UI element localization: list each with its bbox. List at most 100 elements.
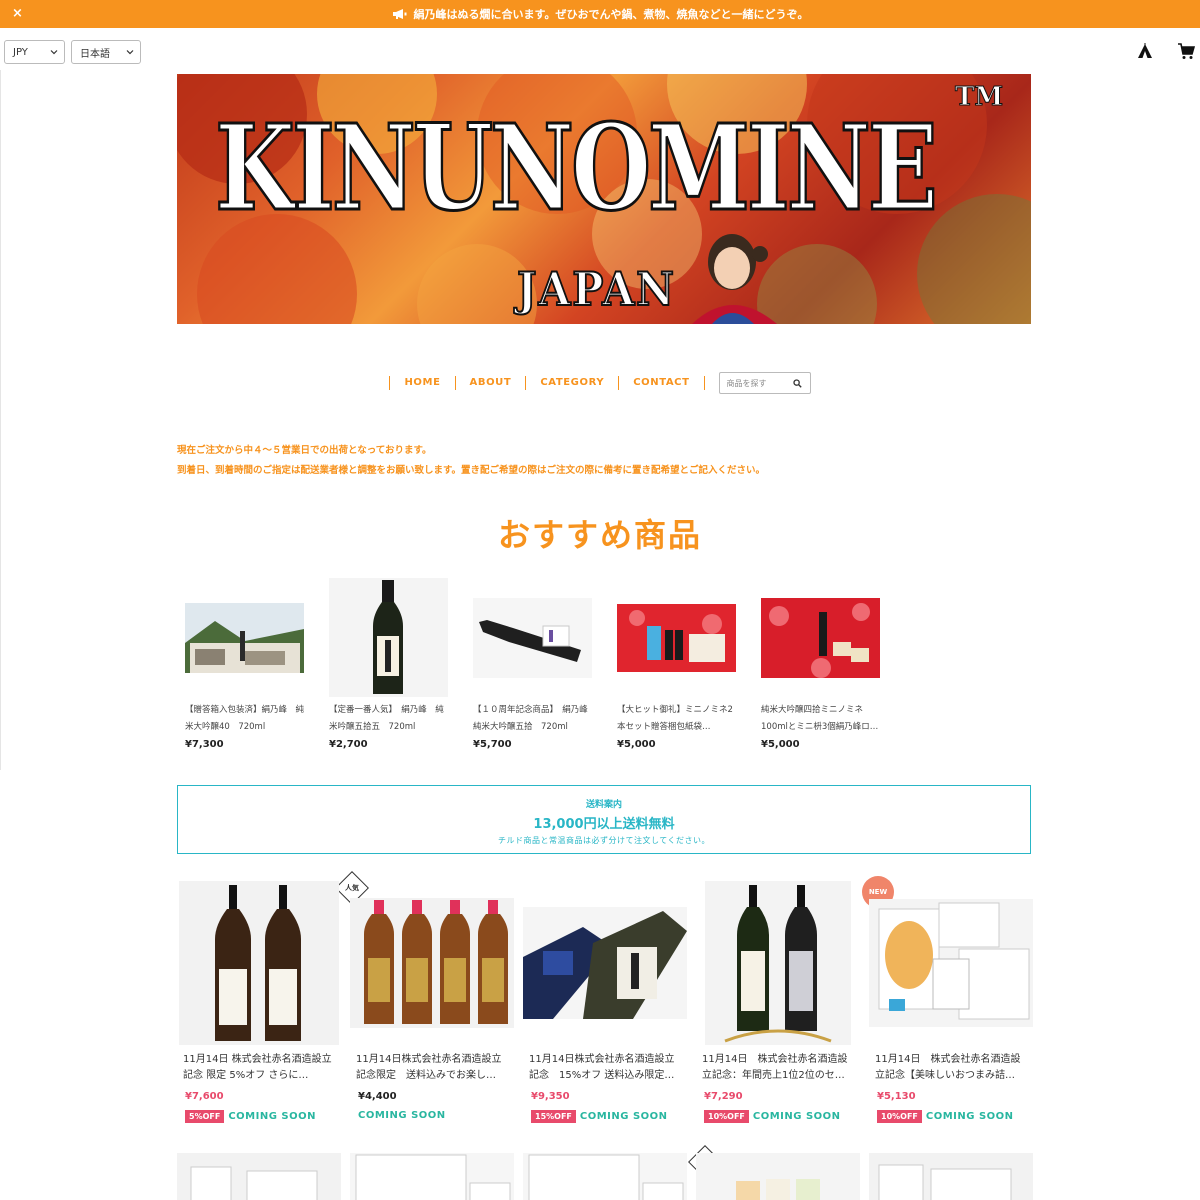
hero-banner: KINUNOMINE TM JAPAN [177, 74, 1031, 324]
shipping-info-box: 送料案内 13,000円以上送料無料 チルド商品と常温商品は必ず分けて注文してく… [177, 785, 1031, 854]
trademark-mark: TM [954, 82, 1004, 113]
product-name[interactable]: 11月14日株式会社赤名酒造設立記念限定 送料込みでお楽し… [350, 1052, 514, 1084]
product-price: ¥7,290 [704, 1091, 743, 1102]
product-name[interactable]: 11月14日 株式会社赤名酒造設立記念 限定 5%オフ さらに… [177, 1052, 341, 1084]
product-image[interactable] [523, 1153, 687, 1200]
cart-icon[interactable] [1177, 42, 1195, 60]
gift-set-photo [761, 597, 880, 678]
product-card[interactable]: 11月14日 株式会社赤名酒造設立記念：年間売上1位2位のセ… ¥7,290 1… [696, 878, 860, 1123]
product-photo [177, 1153, 341, 1200]
coming-soon-label: COMING SOON [752, 1111, 841, 1122]
store-tent-icon[interactable] [1137, 43, 1153, 59]
chevron-down-icon [126, 50, 134, 55]
product-tags: COMING SOON [350, 1110, 514, 1121]
coming-soon-label: COMING SOON [358, 1110, 446, 1121]
product-image[interactable] [473, 578, 592, 697]
product-image[interactable] [185, 578, 304, 697]
product-grid: 11月14日 株式会社赤名酒造設立記念 限定 5%オフ さらに… ¥7,600 … [177, 878, 1033, 1123]
search-input[interactable]: 商品を探す [718, 372, 811, 394]
product-grid-row-2 [177, 1153, 1033, 1200]
shipping-note: チルド商品と常温商品は必ず分けて注文してください。 [497, 836, 711, 845]
product-image[interactable] [350, 1153, 514, 1200]
product-card[interactable]: 11月14日 株式会社赤名酒造設立記念【美味しいおつまみ詰… ¥5,130 10… [869, 878, 1033, 1123]
product-name[interactable]: 純米大吟醸四拾ミニノミネ100mlとミニ枡3個絹乃峰ロ… [761, 702, 880, 736]
shipping-heading: 送料案内 [585, 800, 622, 810]
discount-badge: 15%OFF [531, 1110, 576, 1123]
product-name[interactable]: 【贈答箱入包装済】絹乃峰 純米大吟醸40 720ml [185, 702, 304, 736]
product-name[interactable]: 【１０周年記念商品】 絹乃峰純米大吟醸五拾 720ml [473, 702, 592, 736]
product-image[interactable] [329, 578, 448, 697]
announcement-text: 絹乃峰はぬる燗に合います。ぜひおでんや鍋、煮物、焼魚などと一緒にどうぞ。 [413, 8, 809, 21]
recommended-item[interactable]: 純米大吟醸四拾ミニノミネ100mlとミニ枡3個絹乃峰ロ… ¥5,000 [761, 578, 880, 750]
nav-home[interactable]: HOME [389, 376, 454, 390]
product-name[interactable]: 【定番一番人気】 絹乃峰 純米吟醸五拾五 720ml [329, 702, 448, 736]
recommended-item[interactable]: 【贈答箱入包装済】絹乃峰 純米大吟醸40 720ml ¥7,300 [185, 578, 304, 750]
gift-set-photo [617, 603, 736, 672]
language-select[interactable]: 日本語 [71, 40, 141, 64]
recommended-item[interactable]: 【１０周年記念商品】 絹乃峰純米大吟醸五拾 720ml ¥5,700 [473, 578, 592, 750]
language-value: 日本語 [80, 48, 110, 60]
product-image[interactable] [869, 878, 1033, 1048]
product-image[interactable] [696, 878, 860, 1048]
recommended-list: 【贈答箱入包装済】絹乃峰 純米大吟醸40 720ml ¥7,300 【定番一番人… [185, 578, 880, 750]
coming-soon-label: COMING SOON [579, 1111, 668, 1122]
discount-badge: 5%OFF [185, 1110, 225, 1123]
search-icon[interactable] [792, 378, 802, 388]
chevron-down-icon [50, 50, 58, 55]
nav-contact[interactable]: CONTACT [618, 376, 705, 390]
notice-line-2: 到着日、到着時間のご指定は配送業者様と調整をお願い致します。置き配ご希望の際はご… [177, 465, 766, 476]
product-price: ¥7,300 [185, 739, 224, 750]
product-price: ¥9,350 [531, 1091, 570, 1102]
sake-bottle-photo [329, 578, 448, 697]
recommended-title: おすすめ商品 [497, 516, 702, 554]
megaphone-icon [392, 9, 407, 19]
product-name[interactable]: 【大ヒット御礼】ミニノミネ2本セット贈答梱包紙袋… [617, 702, 736, 736]
close-announcement-button[interactable]: × [12, 6, 23, 21]
recommended-item[interactable]: 【大ヒット御礼】ミニノミネ2本セット贈答梱包紙袋… ¥5,000 [617, 578, 736, 750]
page-edge-line [0, 70, 1, 770]
product-card[interactable]: 11月14日 株式会社赤名酒造設立記念 限定 5%オフ さらに… ¥7,600 … [177, 878, 341, 1123]
product-image[interactable] [177, 1153, 341, 1200]
locale-selectors: JPY 日本語 [4, 40, 141, 64]
product-name[interactable]: 11月14日株式会社赤名酒造設立記念 15%オフ 送料込み限定… [523, 1052, 687, 1084]
brand-logo-text: KINUNOMINE [214, 98, 939, 237]
product-image[interactable] [617, 578, 736, 697]
sake-bottles-photo [179, 881, 339, 1045]
sake-bottles-photo [705, 881, 851, 1045]
product-price: ¥5,130 [877, 1091, 916, 1102]
coming-soon-label: COMING SOON [925, 1111, 1014, 1122]
product-image[interactable] [350, 878, 514, 1048]
product-name[interactable]: 11月14日 株式会社赤名酒造設立記念【美味しいおつまみ詰… [869, 1052, 1033, 1084]
girl-photo [692, 234, 777, 324]
product-price: ¥7,600 [185, 1091, 224, 1102]
nav-about[interactable]: ABOUT [454, 376, 526, 390]
coming-soon-label: COMING SOON [228, 1111, 316, 1122]
discount-badge: 10%OFF [877, 1110, 922, 1123]
product-tags: 5%OFF COMING SOON [177, 1110, 341, 1123]
currency-value: JPY [13, 46, 28, 58]
shipping-free-threshold: 13,000円以上送料無料 [533, 817, 675, 832]
announcement-bar: × 絹乃峰はぬる燗に合います。ぜひおでんや鍋、煮物、焼魚などと一緒にどうぞ。 [0, 0, 1200, 28]
currency-select[interactable]: JPY [4, 40, 65, 64]
product-photo [869, 1153, 1033, 1200]
shipping-notice: 現在ご注文から中４～５営業日での出荷となっております。 到着日、到着時間のご指定… [177, 441, 765, 481]
product-image[interactable] [523, 878, 687, 1048]
product-image[interactable] [869, 1153, 1033, 1200]
product-name[interactable]: 11月14日 株式会社赤名酒造設立記念：年間売上1位2位のセ… [696, 1052, 860, 1084]
product-image[interactable] [696, 1153, 860, 1200]
notice-line-1: 現在ご注文から中４～５営業日での出荷となっております。 [177, 445, 432, 456]
recommended-item[interactable]: 【定番一番人気】 絹乃峰 純米吟醸五拾五 720ml ¥2,700 [329, 578, 448, 750]
product-card[interactable]: 11月14日株式会社赤名酒造設立記念限定 送料込みでお楽し… ¥4,400 CO… [350, 878, 514, 1123]
product-image[interactable] [177, 878, 341, 1048]
product-photo [696, 1153, 860, 1200]
global-nav: HOME ABOUT CATEGORY CONTACT 商品を探す [0, 372, 1200, 394]
product-price: ¥4,400 [358, 1091, 397, 1102]
product-image[interactable] [761, 578, 880, 697]
nav-category[interactable]: CATEGORY [525, 376, 618, 390]
discount-badge: 10%OFF [704, 1110, 749, 1123]
sake-bottles-photo [350, 898, 514, 1028]
product-tags: 15%OFF COMING SOON [523, 1110, 687, 1123]
product-photo [350, 1153, 514, 1200]
product-card[interactable]: 11月14日株式会社赤名酒造設立記念 15%オフ 送料込み限定… ¥9,350 … [523, 878, 687, 1123]
product-price: ¥5,700 [473, 739, 512, 750]
